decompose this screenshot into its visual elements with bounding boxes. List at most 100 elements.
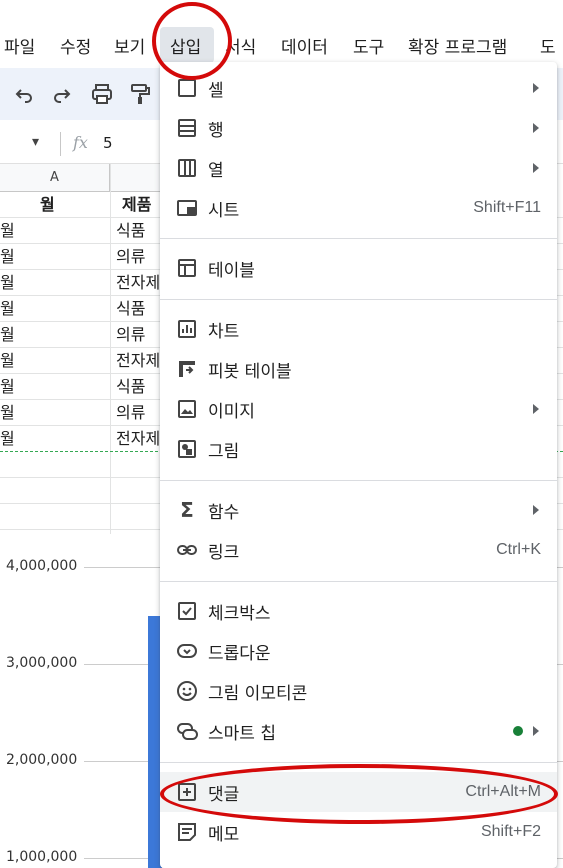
sheet-icon: [176, 197, 198, 219]
checkbox-icon: [176, 600, 198, 622]
menu-separator: [160, 238, 557, 239]
y-tick-label: 3,000,000: [6, 655, 78, 671]
menu-separator: [160, 762, 557, 763]
name-box-dropdown-icon[interactable]: ▾: [32, 134, 39, 150]
menu-file[interactable]: 파일: [4, 33, 35, 58]
chart-icon: [176, 318, 198, 340]
image-icon: [176, 398, 198, 420]
menu-separator: [160, 299, 557, 300]
menu-label: 시트: [208, 200, 240, 221]
cell-a-header[interactable]: 월: [40, 192, 55, 218]
formula-input[interactable]: 5: [103, 134, 113, 152]
dropdown-icon: [176, 640, 198, 662]
cell-b[interactable]: 식품: [116, 296, 145, 322]
menu-item-checkbox[interactable]: 체크박스: [160, 591, 557, 631]
note-icon: [176, 821, 198, 843]
redo-icon[interactable]: [50, 82, 74, 106]
menu-item-image[interactable]: 이미지: [160, 389, 557, 429]
menu-item-columns[interactable]: 열: [160, 148, 557, 188]
menu-view[interactable]: 보기: [114, 33, 145, 58]
menu-item-rows[interactable]: 행: [160, 108, 557, 148]
menu-tools[interactable]: 도구: [353, 33, 384, 58]
submenu-arrow-icon: [533, 83, 539, 93]
menu-item-emoji[interactable]: 그림 이모티콘: [160, 671, 557, 711]
cell-a[interactable]: 월: [0, 270, 15, 296]
menu-item-table[interactable]: 테이블: [160, 248, 557, 288]
submenu-arrow-icon: [533, 505, 539, 515]
cell-b-header[interactable]: 제품: [122, 192, 151, 218]
cell-b[interactable]: 식품: [116, 374, 145, 400]
cell-a[interactable]: 월: [0, 296, 15, 322]
fx-icon: fx: [73, 133, 88, 152]
link-icon: [176, 539, 198, 561]
menu-extensions[interactable]: 확장 프로그램: [408, 33, 507, 58]
menu-label: 그림: [208, 441, 240, 462]
cell-b[interactable]: 의류: [116, 400, 145, 426]
cell-a[interactable]: 월: [0, 322, 15, 348]
menu-label: 행: [208, 120, 224, 141]
menu-help[interactable]: 도: [540, 33, 556, 58]
menu-item-cells[interactable]: 셀: [160, 68, 557, 108]
submenu-arrow-icon: [533, 726, 539, 736]
annotation-ellipse-comment: [160, 764, 558, 824]
cell-b[interactable]: 의류: [116, 244, 145, 270]
cell-a[interactable]: 월: [0, 218, 15, 244]
menu-label: 셀: [208, 80, 224, 101]
sigma-icon: Σ: [180, 498, 194, 522]
undo-icon[interactable]: [12, 82, 36, 106]
columns-icon: [176, 157, 198, 179]
emoji-icon: [176, 680, 198, 702]
menu-item-sheet[interactable]: 시트 Shift+F11: [160, 188, 557, 228]
menu-label: 테이블: [208, 260, 255, 281]
menu-label: 링크: [208, 542, 240, 563]
cell-b[interactable]: 의류: [116, 322, 145, 348]
pivot-table-icon: [176, 358, 198, 380]
menu-shortcut: Shift+F2: [480, 823, 541, 840]
divider: [60, 132, 61, 156]
menu-item-smart-chip[interactable]: 스마트 칩: [160, 711, 557, 751]
menu-item-pivot-table[interactable]: 피봇 테이블: [160, 349, 557, 389]
menu-data[interactable]: 데이터: [281, 33, 328, 58]
menu-label: 함수: [208, 502, 240, 523]
table-icon: [176, 257, 198, 279]
menu-shortcut: Ctrl+K: [496, 541, 541, 558]
menu-bar: 파일 수정 보기 삽입 서식 데이터 도구 확장 프로그램 도: [0, 24, 563, 64]
menu-label: 피봇 테이블: [208, 361, 292, 382]
cell-a[interactable]: 월: [0, 374, 15, 400]
menu-shortcut: Shift+F11: [473, 199, 541, 216]
print-icon[interactable]: [90, 82, 114, 106]
insert-menu: 셀 행 열 시트 Shift+F11 테이블 차트 피봇 테이블 이미지 그림 …: [160, 62, 557, 868]
menu-item-chart[interactable]: 차트: [160, 309, 557, 349]
menu-edit[interactable]: 수정: [60, 33, 91, 58]
y-tick-label: 4,000,000: [6, 558, 78, 574]
column-header-a[interactable]: A: [0, 164, 110, 192]
menu-label: 체크박스: [208, 603, 271, 624]
menu-separator: [160, 581, 557, 582]
new-feature-dot-icon: [513, 726, 523, 736]
submenu-arrow-icon: [533, 123, 539, 133]
menu-label: 열: [208, 160, 224, 181]
cell-b[interactable]: 전자제: [116, 348, 160, 374]
cell-a[interactable]: 월: [0, 244, 15, 270]
menu-item-dropdown[interactable]: 드롭다운: [160, 631, 557, 671]
cell-b[interactable]: 전자제: [116, 426, 160, 452]
cell-icon: [176, 77, 198, 99]
cell-a[interactable]: 월: [0, 426, 15, 452]
menu-separator: [160, 480, 557, 481]
y-tick-label: 1,000,000: [6, 849, 78, 865]
y-tick-label: 2,000,000: [6, 752, 78, 768]
menu-label: 메모: [208, 824, 240, 845]
paint-format-icon[interactable]: [128, 82, 152, 106]
menu-item-link[interactable]: 링크 Ctrl+K: [160, 530, 557, 570]
menu-item-drawing[interactable]: 그림: [160, 429, 557, 469]
submenu-arrow-icon: [533, 404, 539, 414]
cell-b[interactable]: 식품: [116, 218, 145, 244]
menu-label: 스마트 칩: [208, 723, 276, 744]
menu-label: 드롭다운: [208, 643, 271, 664]
cell-b[interactable]: 전자제: [116, 270, 160, 296]
menu-item-function[interactable]: Σ 함수: [160, 490, 557, 530]
cell-a[interactable]: 월: [0, 348, 15, 374]
cell-a[interactable]: 월: [0, 400, 15, 426]
menu-label: 이미지: [208, 401, 255, 422]
menu-label: 그림 이모티콘: [208, 683, 308, 704]
